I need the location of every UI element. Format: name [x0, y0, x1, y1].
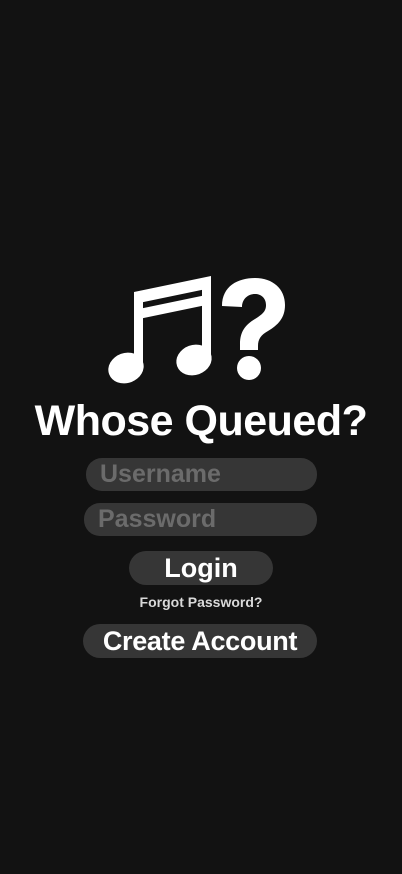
app-title: Whose Queued?: [34, 397, 368, 445]
login-button[interactable]: Login: [129, 551, 273, 585]
password-input[interactable]: [84, 503, 317, 536]
create-account-button[interactable]: Create Account: [83, 624, 317, 658]
username-input[interactable]: [86, 458, 317, 491]
music-notes-question-icon: [108, 276, 285, 384]
forgot-password-link[interactable]: Forgot Password?: [0, 593, 402, 611]
login-screen: Whose Queued? Login Forgot Password? Cre…: [0, 0, 402, 874]
